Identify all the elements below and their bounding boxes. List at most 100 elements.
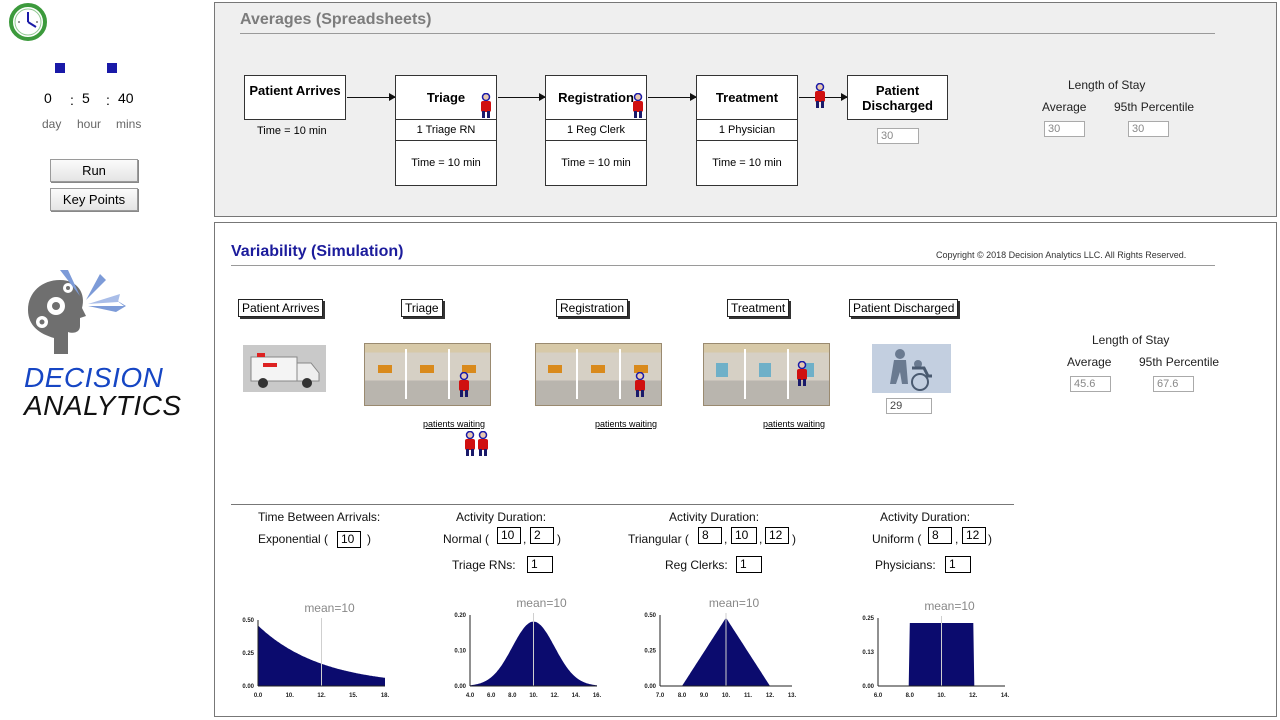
x-tick-label: 10. [529, 693, 538, 699]
waiting-patient-icon [465, 431, 475, 456]
run-button[interactable]: Run [50, 159, 138, 182]
y-tick-label: 0.00 [644, 684, 656, 690]
x-tick-label: 10. [937, 693, 946, 699]
copyright-text: Copyright © 2018 Decision Analytics LLC.… [936, 250, 1187, 260]
treatment-min-input[interactable]: 8 [928, 527, 952, 544]
arrivals-title: Time Between Arrivals: [258, 510, 381, 524]
clock-icon [9, 3, 47, 41]
avg-los-p95-label: 95th Percentile [1114, 100, 1195, 114]
treatment-duration-title: Activity Duration: [880, 510, 971, 524]
comma: , [955, 532, 959, 546]
avg-patient-arrives-box: Patient Arrives [244, 75, 346, 120]
triage-sd-input[interactable]: 2 [530, 527, 554, 544]
x-tick-label: 4.0 [466, 693, 475, 699]
x-tick-label: 8.0 [678, 693, 687, 699]
x-tick-label: 6.0 [874, 693, 883, 699]
timer-hour-label: hour [77, 117, 102, 131]
chart-mean-label: mean=10 [709, 596, 760, 610]
brand-line-2: ANALYTICS [24, 390, 182, 421]
y-tick-label: 0.25 [644, 649, 656, 655]
registration-duration-title: Activity Duration: [669, 510, 760, 524]
avg-triage-resource: 1 Triage RN [395, 119, 497, 141]
x-tick-label: 0.0 [254, 693, 263, 699]
triage-mean-input[interactable]: 10 [497, 527, 521, 544]
reg-clerks-label: Reg Clerks: [665, 558, 728, 572]
y-tick-label: 0.13 [862, 650, 874, 656]
decision-analytics-logo-icon [28, 270, 126, 354]
timer-mins-label: mins [116, 117, 142, 131]
avg-treatment-time: Time = 10 min [696, 140, 798, 186]
avg-registration-resource: 1 Reg Clerk [545, 119, 647, 141]
registration-dist-label: Triangular ( [628, 532, 689, 546]
physicians-input[interactable]: 1 [945, 556, 971, 573]
timer-mins: 40 [118, 90, 134, 106]
sim-stage-patient-arrives: Patient Arrives [238, 299, 324, 317]
sim-stage-treatment: Treatment [727, 299, 790, 317]
x-tick-label: 18. [381, 693, 390, 699]
avg-triage-time: Time = 10 min [395, 140, 497, 186]
treatment-max-input[interactable]: 12 [962, 527, 986, 544]
timer-separator: : [70, 92, 74, 108]
comma: , [724, 532, 728, 546]
wheelchair-discharge-image [872, 344, 951, 393]
day-spin-indicator [55, 63, 65, 73]
avg-treatment-box: Treatment [696, 75, 798, 120]
x-tick-label: 9.0 [700, 693, 709, 699]
x-tick-label: 12. [969, 693, 978, 699]
y-tick-label: 0.50 [242, 618, 254, 624]
avg-los-title: Length of Stay [1068, 78, 1146, 92]
x-tick-label: 12. [766, 693, 775, 699]
x-tick-label: 10. [722, 693, 731, 699]
waiting-patient-icon [478, 431, 488, 456]
sim-los-p95-label: 95th Percentile [1139, 355, 1220, 369]
registration-mode-input[interactable]: 10 [731, 527, 757, 544]
timer-hour: 5 [82, 90, 90, 106]
room-details [378, 349, 814, 399]
triage-dist-label: Normal ( [443, 532, 490, 546]
hour-spin-indicator [107, 63, 117, 73]
x-tick-label: 10. [286, 693, 295, 699]
x-tick-label: 8.0 [508, 693, 517, 699]
flow-arrow [498, 93, 546, 101]
avg-los-average-label: Average [1042, 100, 1087, 114]
registration-patients-waiting: patients waiting [595, 419, 658, 429]
y-tick-label: 0.00 [454, 684, 466, 690]
arrivals-mean-input[interactable]: 10 [337, 531, 361, 548]
treatment-dist-label: Uniform ( [872, 532, 922, 546]
averages-divider [240, 33, 1215, 34]
patient-icon [481, 93, 491, 118]
reg-clerks-input[interactable]: 1 [736, 556, 762, 573]
patient-icon [459, 372, 469, 397]
registration-min-input[interactable]: 8 [698, 527, 722, 544]
sim-los-p95-value: 67.6 [1153, 376, 1194, 392]
registration-distribution-chart: mean=10 7.0 8.0 9.0 10. 11. 12. 13. 0.00 0.25 0.50 [644, 596, 796, 699]
sim-los-average-label: Average [1067, 355, 1112, 369]
x-tick-label: 6.0 [487, 693, 496, 699]
triage-rns-input[interactable]: 1 [527, 556, 553, 573]
registration-max-input[interactable]: 12 [765, 527, 789, 544]
avg-los-average-value: 30 [1044, 121, 1085, 137]
y-tick-label: 0.00 [242, 684, 254, 690]
triage-distribution-chart: mean=10 4.0 6.0 8.0 10. 12. 14. 16. 0.00 0.10 0.20 [454, 596, 602, 699]
x-tick-label: 16. [593, 693, 602, 699]
key-points-button[interactable]: Key Points [50, 188, 138, 211]
sim-stage-triage: Triage [401, 299, 443, 317]
ambulance-image [243, 345, 326, 392]
avg-discharged-count: 30 [877, 128, 919, 144]
x-tick-label: 15. [349, 693, 358, 699]
y-tick-label: 0.10 [454, 649, 466, 655]
averages-title: Averages (Spreadsheets) [240, 11, 432, 28]
sim-los-average-value: 45.6 [1070, 376, 1111, 392]
treatment-distribution-chart: mean=10 6.0 8.0 10. 12. 14. 0.00 0.13 0.25 [862, 599, 1009, 699]
paren-close: ) [792, 532, 796, 546]
variability-title: Variability (Simulation) [231, 243, 404, 260]
treatment-patients-waiting: patients waiting [763, 419, 826, 429]
timer-day: 0 [44, 90, 52, 106]
chart-mean-label: mean=10 [516, 596, 567, 610]
comma: , [759, 532, 763, 546]
x-tick-label: 8.0 [906, 693, 915, 699]
patient-icon [797, 361, 807, 386]
timer-day-label: day [42, 117, 62, 131]
y-tick-label: 0.50 [644, 613, 656, 619]
physicians-label: Physicians: [875, 558, 936, 572]
